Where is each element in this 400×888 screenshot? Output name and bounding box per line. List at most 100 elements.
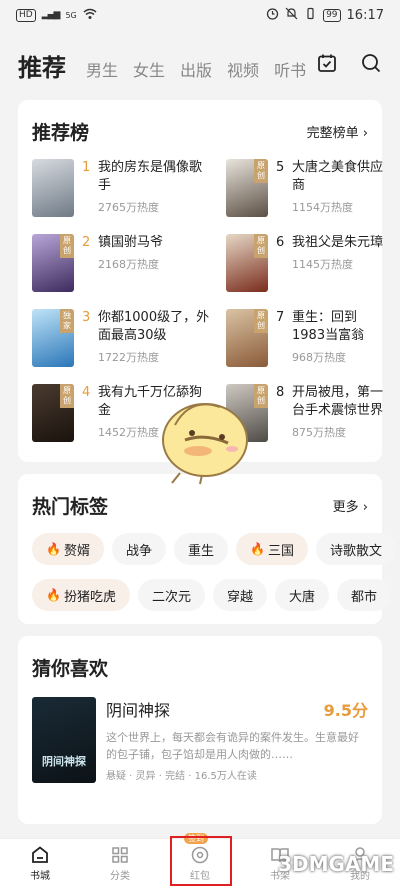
book-cover[interactable]: 原创	[226, 309, 268, 367]
rank-number: 1	[82, 160, 91, 175]
tab-female[interactable]: 女生	[133, 57, 165, 81]
tab-audiobook[interactable]: 听书	[274, 57, 306, 81]
rank-info: 你都1000级了，外面最高30级 1722万热度	[98, 309, 212, 384]
guess-book-item[interactable]: 阴间神探 阴间神探 9.5分 这个世界上，每天都会有诡异的案件发生。生意最好的包…	[32, 697, 368, 783]
original-badge: 原创	[254, 159, 268, 183]
book-title[interactable]: 你都1000级了，外面最高30级	[98, 309, 212, 345]
mascot-chick-image	[150, 385, 260, 485]
rank-info: 我祖父是朱元璋 1145万热度	[292, 234, 386, 309]
rank-number: 4	[82, 385, 91, 400]
tag-label: 大唐	[289, 589, 316, 605]
book-header: 阴间神探 9.5分	[106, 697, 368, 721]
search-icon[interactable]	[360, 52, 382, 74]
tag-chip[interactable]: 🔥 三国	[236, 533, 308, 565]
tag-chip[interactable]: 重生	[173, 533, 228, 565]
heat-count: 2765万热度	[98, 201, 159, 214]
rank-item[interactable]: 原创 5 大唐之美食供应商 1154万热度	[226, 159, 386, 234]
hot-tags-card: 热门标签 更多 › 🔥 赘婿 战争 重生 🔥 三国 诗歌散文 🔥 扮猪吃虎 二次元 穿越 大唐 都市	[18, 474, 396, 624]
highlight-box	[170, 836, 232, 886]
tag-chip[interactable]: 🔥 赘婿	[32, 533, 104, 565]
tab-recommend[interactable]: 推荐	[18, 48, 66, 83]
tag-chip[interactable]: 都市	[337, 579, 392, 611]
rank-item[interactable]: 原创 2 镇国驸马爷 2168万热度	[32, 234, 212, 309]
rank-number: 8	[276, 385, 285, 400]
ranking-title: 推荐榜	[32, 122, 90, 144]
original-badge: 原创	[60, 384, 74, 408]
book-cover[interactable]: 原创	[226, 234, 268, 292]
bottom-nav: 书城 分类 红包 签到 书架 我的 3DMGAME	[0, 833, 400, 888]
rank-number: 2	[82, 235, 91, 250]
tag-label: 三国	[267, 543, 294, 559]
more-tags-link[interactable]: 更多 ›	[333, 496, 368, 515]
watermark-logo: 3DMGAME	[278, 852, 394, 876]
tag-chip[interactable]: 大唐	[275, 579, 330, 611]
hd-indicator: HD	[16, 8, 36, 22]
rank-item[interactable]: 1 我的房东是偶像歌手 2765万热度	[32, 159, 212, 234]
nav-label: 分类	[110, 871, 130, 882]
rank-item[interactable]: 原创 6 我祖父是朱元璋 1145万热度	[226, 234, 386, 309]
rank-info: 开局被甩，第一台手术震惊世界 875万热度	[292, 384, 386, 459]
tag-label: 扮猪吃虎	[63, 589, 116, 605]
original-badge: 原创	[254, 234, 268, 258]
rank-info: 大唐之美食供应商 1154万热度	[292, 159, 386, 234]
tag-chip[interactable]: 二次元	[137, 579, 205, 611]
book-title[interactable]: 开局被甩，第一台手术震惊世界	[292, 384, 386, 420]
heat-count: 875万热度	[292, 426, 346, 439]
book-title[interactable]: 我的房东是偶像歌手	[98, 159, 212, 195]
tag-row: 🔥 扮猪吃虎 二次元 穿越 大唐 都市	[32, 579, 392, 611]
tag-chip[interactable]: 战争	[111, 533, 166, 565]
guess-you-like-card: 猜你喜欢 阴间神探 阴间神探 9.5分 这个世界上，每天都会有诡异的案件发生。生…	[18, 636, 382, 824]
status-bar: HD ▂▄▆ 5G 99 16:17	[0, 0, 400, 30]
grid-icon	[112, 847, 128, 863]
book-title[interactable]: 重生：回到1983当富翁	[292, 309, 386, 345]
full-ranking-link[interactable]: 完整榜单 ›	[307, 122, 368, 141]
ranking-header: 推荐榜 完整榜单 ›	[32, 118, 368, 145]
heat-count: 1722万热度	[98, 351, 159, 364]
nav-label: 书城	[30, 871, 50, 882]
book-title[interactable]: 镇国驸马爷	[98, 234, 212, 252]
book-cover[interactable]: 独家	[32, 309, 74, 367]
book-title[interactable]: 阴间神探	[106, 697, 170, 721]
top-nav: 推荐 男生 女生 出版 视频 听书	[0, 30, 400, 100]
flame-icon: 🔥	[46, 588, 61, 602]
rank-info: 重生：回到1983当富翁 968万热度	[292, 309, 386, 384]
nav-bookstore[interactable]: 书城	[0, 839, 80, 888]
flame-icon: 🔥	[250, 542, 265, 556]
tab-publish[interactable]: 出版	[180, 57, 212, 81]
book-cover-text: 阴间神探	[42, 755, 86, 768]
tag-chip[interactable]: 穿越	[212, 579, 267, 611]
book-title[interactable]: 大唐之美食供应商	[292, 159, 386, 195]
clock: 16:17	[346, 7, 384, 23]
book-title[interactable]: 我祖父是朱元璋	[292, 234, 386, 252]
tag-row: 🔥 赘婿 战争 重生 🔥 三国 诗歌散文	[32, 533, 396, 565]
tab-male[interactable]: 男生	[86, 57, 118, 81]
book-info: 阴间神探 9.5分 这个世界上，每天都会有诡异的案件发生。生意最好的包子铺，包子…	[106, 697, 368, 783]
tag-chip[interactable]: 🔥 扮猪吃虎	[32, 579, 130, 611]
rank-item[interactable]: 独家 3 你都1000级了，外面最高30级 1722万热度	[32, 309, 212, 384]
wifi-icon	[83, 8, 97, 23]
hot-tags-header: 热门标签 更多 ›	[32, 492, 368, 519]
tab-video[interactable]: 视频	[227, 57, 259, 81]
rank-number: 3	[82, 310, 91, 325]
vibrate-icon	[304, 7, 317, 23]
status-right: 99 16:17	[266, 7, 384, 23]
flame-icon: 🔥	[46, 542, 61, 556]
tag-label: 战争	[125, 543, 152, 559]
nav-category[interactable]: 分类	[80, 839, 160, 888]
book-cover[interactable]: 原创	[226, 159, 268, 217]
category-tabs: 推荐 男生 女生 出版 视频 听书	[18, 48, 308, 83]
book-cover[interactable]: 阴间神探	[32, 697, 96, 783]
original-badge: 独家	[60, 309, 74, 333]
rank-item[interactable]: 原创 7 重生：回到1983当富翁 968万热度	[226, 309, 386, 384]
book-cover[interactable]: 原创	[32, 234, 74, 292]
original-badge: 原创	[254, 309, 268, 333]
tag-label: 二次元	[151, 589, 191, 605]
guess-title: 猜你喜欢	[32, 658, 109, 680]
network-type: 5G	[65, 10, 77, 20]
book-cover[interactable]: 原创	[32, 384, 74, 442]
checkin-calendar-icon[interactable]	[316, 52, 338, 74]
book-cover[interactable]	[32, 159, 74, 217]
signal-icon: ▂▄▆	[41, 10, 61, 20]
tag-chip[interactable]: 诗歌散文	[315, 533, 396, 565]
book-description: 这个世界上，每天都会有诡异的案件发生。生意最好的包子铺，包子馅却是用人肉做的……	[106, 731, 359, 761]
